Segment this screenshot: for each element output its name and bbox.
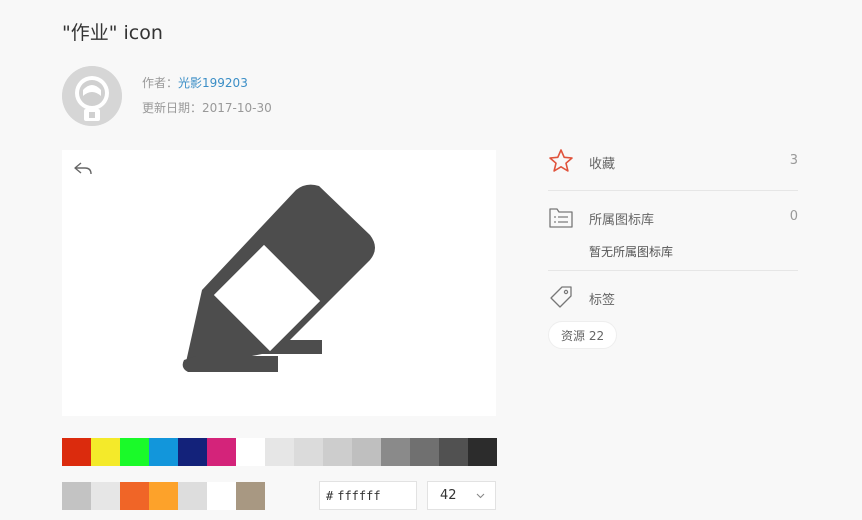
libraries-empty-text: 暂无所属图标库	[589, 245, 674, 259]
icon-preview	[62, 150, 496, 416]
date-label: 更新日期：	[142, 101, 203, 115]
color-swatch[interactable]	[120, 438, 149, 466]
author-label: 作者：	[142, 76, 179, 90]
author-line: 作者：光影199203	[142, 74, 248, 91]
libraries-row[interactable]: 所属图标库 0	[548, 204, 798, 232]
color-swatch[interactable]	[294, 438, 323, 466]
tags-row: 标签	[548, 284, 798, 312]
color-swatch[interactable]	[91, 438, 120, 466]
color-swatch[interactable]	[91, 482, 120, 510]
favorites-row[interactable]: 收藏 3	[548, 148, 798, 176]
hex-value: ffffff	[337, 488, 381, 503]
color-swatch[interactable]	[236, 482, 265, 510]
color-palette-row-2	[62, 482, 265, 510]
hash-symbol: #	[326, 488, 334, 503]
divider	[548, 270, 798, 271]
color-swatch[interactable]	[178, 438, 207, 466]
color-swatch[interactable]	[178, 482, 207, 510]
color-swatch[interactable]	[439, 438, 468, 466]
color-swatch[interactable]	[265, 438, 294, 466]
favorites-label: 收藏	[589, 157, 616, 172]
user-avatar-icon	[62, 66, 122, 126]
color-swatch[interactable]	[62, 438, 91, 466]
color-swatch[interactable]	[323, 438, 352, 466]
author-link[interactable]: 光影199203	[178, 76, 248, 90]
tag-icon	[550, 286, 572, 308]
size-select[interactable]: 42	[427, 481, 496, 510]
library-icon	[549, 208, 573, 228]
libraries-count: 0	[789, 209, 798, 224]
divider	[548, 190, 798, 191]
color-swatch[interactable]	[207, 438, 236, 466]
date-value: 2017-10-30	[202, 101, 272, 115]
libraries-label: 所属图标库	[589, 213, 655, 228]
color-swatch[interactable]	[236, 438, 265, 466]
color-swatch[interactable]	[62, 482, 91, 510]
color-swatch[interactable]	[468, 438, 497, 466]
favorites-count: 3	[789, 153, 798, 168]
star-icon[interactable]	[548, 148, 574, 174]
color-swatch[interactable]	[352, 438, 381, 466]
tag-chip[interactable]: 资源 22	[548, 321, 618, 349]
color-palette-row-1	[62, 438, 497, 466]
tags-label: 标签	[589, 293, 616, 308]
hex-color-input[interactable]: # ffffff	[319, 481, 417, 510]
undo-icon[interactable]	[72, 158, 94, 180]
color-swatch[interactable]	[207, 482, 236, 510]
pencil-shape	[182, 184, 375, 372]
page-title: "作业" icon	[62, 22, 163, 44]
avatar[interactable]	[62, 66, 122, 126]
size-value: 42	[440, 488, 457, 503]
color-swatch[interactable]	[149, 482, 178, 510]
color-swatch[interactable]	[381, 438, 410, 466]
color-swatch[interactable]	[410, 438, 439, 466]
chevron-down-icon	[476, 493, 485, 499]
date-line: 更新日期：2017-10-30	[142, 99, 272, 116]
color-swatch[interactable]	[149, 438, 178, 466]
color-swatch[interactable]	[120, 482, 149, 510]
